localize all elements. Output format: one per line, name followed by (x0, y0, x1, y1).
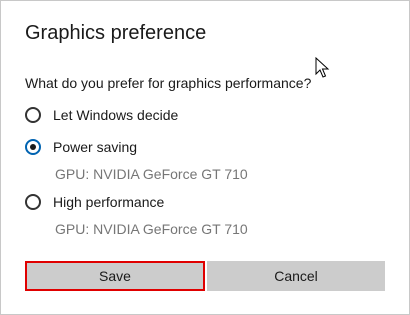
option-label: High performance (53, 194, 165, 210)
radio-power-saving[interactable] (25, 139, 41, 155)
graphics-preference-dialog: Graphics preference What do you prefer f… (0, 0, 410, 315)
gpu-note-high-performance: GPU: NVIDIA GeForce GT 710 (55, 221, 248, 237)
option-power-saving[interactable]: Power saving (25, 139, 137, 155)
option-label: Let Windows decide (53, 107, 179, 123)
option-let-windows-decide[interactable]: Let Windows decide (25, 107, 178, 123)
radio-let-windows-decide[interactable] (25, 107, 41, 123)
gpu-note-power-saving: GPU: NVIDIA GeForce GT 710 (55, 166, 248, 182)
option-high-performance[interactable]: High performance (25, 194, 164, 210)
mouse-pointer-icon (315, 57, 330, 78)
dialog-title: Graphics preference (25, 22, 207, 44)
radio-high-performance[interactable] (25, 194, 41, 210)
option-label: Power saving (53, 139, 138, 155)
cancel-button[interactable]: Cancel (207, 261, 385, 291)
dialog-question: What do you prefer for graphics performa… (25, 75, 312, 91)
save-button[interactable]: Save (25, 261, 205, 291)
